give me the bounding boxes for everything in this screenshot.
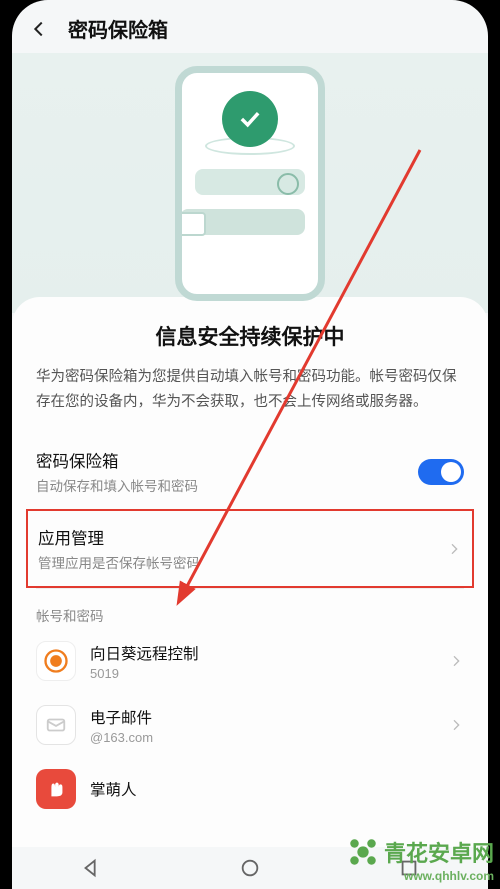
header-title: 密码保险箱 [68,14,168,43]
accounts-section-label: 帐号和密码 [36,605,464,625]
mail-icon [36,705,76,745]
back-icon[interactable] [28,18,50,40]
app-management-subtitle: 管理应用是否保存帐号密码 [38,552,200,572]
account-detail: 5019 [90,666,438,681]
app-management-title: 应用管理 [38,525,200,549]
row-app-management[interactable]: 应用管理 管理应用是否保存帐号密码 [38,511,462,586]
chevron-right-icon [446,541,462,557]
phone-screen: 密码保险箱 信息安全持续保护中 华为密码保险箱为您提供自动填入帐号和密码功能。帐… [12,0,488,889]
vault-title: 密码保险箱 [36,448,198,472]
watermark: 青花安卓网 www.qhhlv.com [346,835,494,883]
watermark-brand: 青花安卓网 [384,836,494,868]
divider [36,588,464,589]
account-name: 掌萌人 [90,778,464,800]
hero-illustration [12,53,488,313]
illustration-field-card [180,209,305,235]
shield-check-icon [222,91,278,147]
watermark-logo-icon [346,835,380,869]
account-name: 向日葵远程控制 [90,642,438,664]
vault-subtitle: 自动保存和填入帐号和密码 [36,475,198,495]
header-bar: 密码保险箱 [12,0,488,53]
main-title: 信息安全持续保护中 [36,321,464,351]
vault-toggle[interactable] [418,459,464,485]
content-area: 信息安全持续保护中 华为密码保险箱为您提供自动填入帐号和密码功能。帐号密码仅保存… [12,297,488,889]
chevron-right-icon [448,717,464,733]
nav-home-icon[interactable] [239,857,261,879]
nav-back-icon[interactable] [80,857,102,879]
illustration-phone [175,66,325,301]
account-row-email[interactable]: 电子邮件 @163.com [36,693,464,757]
main-description: 华为密码保险箱为您提供自动填入帐号和密码功能。帐号密码仅保存在您的设备内，华为不… [36,365,464,414]
chevron-right-icon [448,653,464,669]
illustration-field-money [195,169,305,195]
account-name: 电子邮件 [90,706,438,728]
account-row-sunflower[interactable]: 向日葵远程控制 5019 [36,629,464,693]
watermark-url: www.qhhlv.com [404,869,494,883]
row-password-vault[interactable]: 密码保险箱 自动保存和填入帐号和密码 [36,434,464,509]
annotation-highlight-box: 应用管理 管理应用是否保存帐号密码 [26,509,474,588]
account-row-palm[interactable]: 掌萌人 [36,757,464,821]
palm-icon [36,769,76,809]
sunflower-icon [36,641,76,681]
account-detail: @163.com [90,730,438,745]
